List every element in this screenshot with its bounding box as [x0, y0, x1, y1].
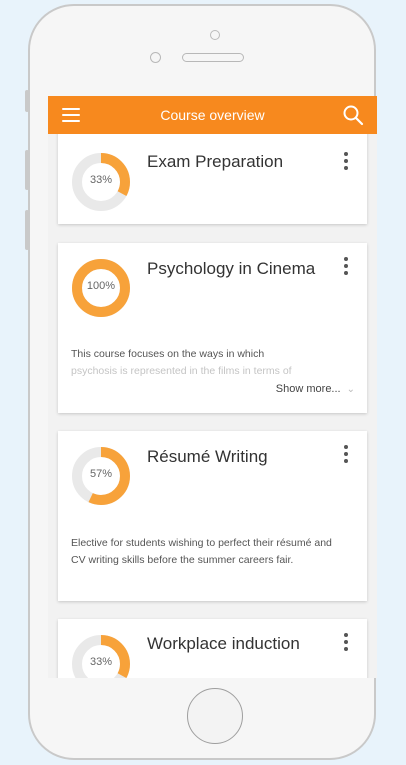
volume-down-button	[25, 210, 29, 250]
more-options-icon[interactable]	[343, 445, 349, 465]
course-title: Psychology in Cinema	[147, 259, 316, 278]
course-description: Elective for students wishing to perfect…	[71, 537, 332, 566]
earpiece-speaker	[182, 53, 244, 62]
course-title: Workplace induction	[147, 634, 300, 653]
progress-label: 57%	[89, 468, 113, 480]
search-icon[interactable]	[341, 103, 365, 127]
progress-ring: 33%	[70, 151, 132, 213]
app-screen: Course overview 33% Exam Preparation 100…	[48, 96, 377, 678]
app-bar: Course overview	[48, 96, 377, 134]
more-options-icon[interactable]	[343, 633, 349, 653]
camera-lens	[150, 52, 161, 63]
course-card[interactable]: 57% Résumé Writing Elective for students…	[58, 431, 367, 601]
progress-label: 33%	[89, 174, 113, 186]
course-description: This course focuses on the ways in which…	[71, 346, 349, 380]
show-more-link[interactable]: Show more... ⌄	[276, 383, 355, 395]
course-card[interactable]: 33% Exam Preparation	[58, 129, 367, 224]
show-more-label: Show more...	[275, 383, 341, 395]
course-card[interactable]: 33% Workplace induction	[58, 619, 367, 678]
progress-ring: 33%	[70, 633, 132, 678]
home-button[interactable]	[187, 688, 243, 744]
progress-ring: 57%	[70, 445, 132, 507]
course-title: Exam Preparation	[147, 152, 284, 171]
progress-ring: 100%	[70, 257, 132, 319]
front-camera	[210, 30, 220, 40]
progress-label: 33%	[89, 656, 113, 668]
description-line: psychosis is represented in the films in…	[71, 365, 292, 377]
course-title: Résumé Writing	[147, 447, 268, 466]
course-card[interactable]: 100% Psychology in Cinema This course fo…	[58, 243, 367, 413]
more-options-icon[interactable]	[343, 152, 349, 172]
volume-up-button	[25, 150, 29, 190]
description-line: This course focuses on the ways in which	[71, 348, 265, 360]
mute-switch	[25, 90, 29, 112]
more-options-icon[interactable]	[343, 257, 349, 277]
chevron-down-icon: ⌄	[346, 384, 355, 395]
page-title: Course overview	[160, 107, 265, 123]
progress-label: 100%	[86, 280, 116, 292]
